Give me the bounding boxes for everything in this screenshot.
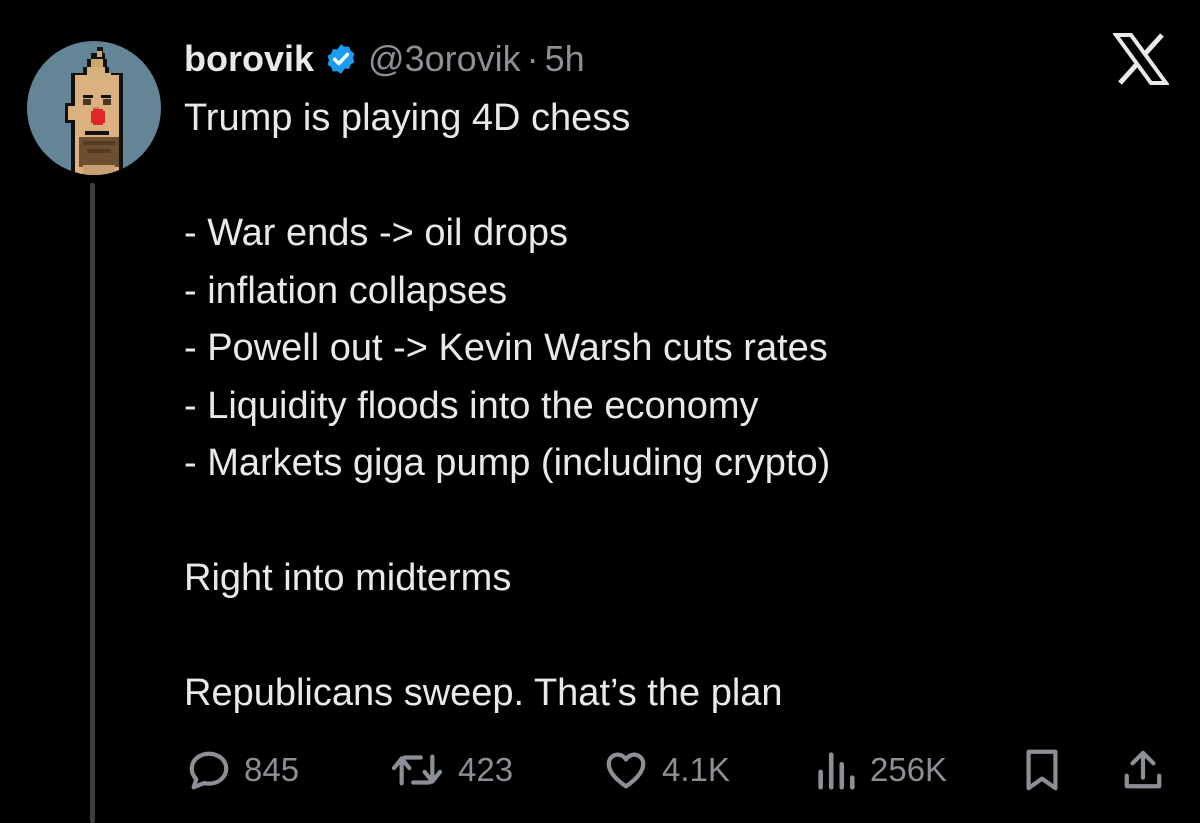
avatar[interactable] [27, 41, 161, 175]
views-button[interactable]: 256K [814, 738, 947, 802]
bookmark-button[interactable] [1022, 738, 1062, 802]
like-count: 4.1K [662, 751, 730, 788]
x-logo-icon[interactable] [1112, 33, 1170, 85]
bookmark-icon [1026, 749, 1058, 791]
repost-button[interactable]: 423 [388, 738, 513, 802]
share-icon [1124, 750, 1162, 789]
reply-count: 845 [244, 751, 300, 788]
views-count: 256K [870, 751, 948, 788]
display-name[interactable]: borovik [184, 38, 314, 80]
repost-icon [391, 754, 443, 786]
avatar-punk-image [65, 47, 123, 175]
like-button[interactable]: 4.1K [602, 738, 730, 802]
views-icon [818, 752, 855, 790]
timestamp[interactable]: 5h [545, 38, 585, 80]
verified-badge-icon [324, 42, 358, 76]
separator-dot: · [526, 38, 539, 79]
repost-count: 423 [458, 751, 514, 788]
heart-icon [606, 752, 646, 789]
thread-line [90, 183, 95, 823]
action-bar: 845 423 4.1K 256K [0, 738, 1200, 802]
tweet-header: borovik @3orovik · 5h [184, 34, 585, 84]
tweet-body: Trump is playing 4D chess - War ends -> … [184, 97, 831, 714]
handle[interactable]: @3orovik [368, 38, 521, 80]
share-button[interactable] [1122, 738, 1164, 802]
reply-icon [189, 751, 229, 790]
reply-button[interactable]: 845 [186, 738, 299, 802]
